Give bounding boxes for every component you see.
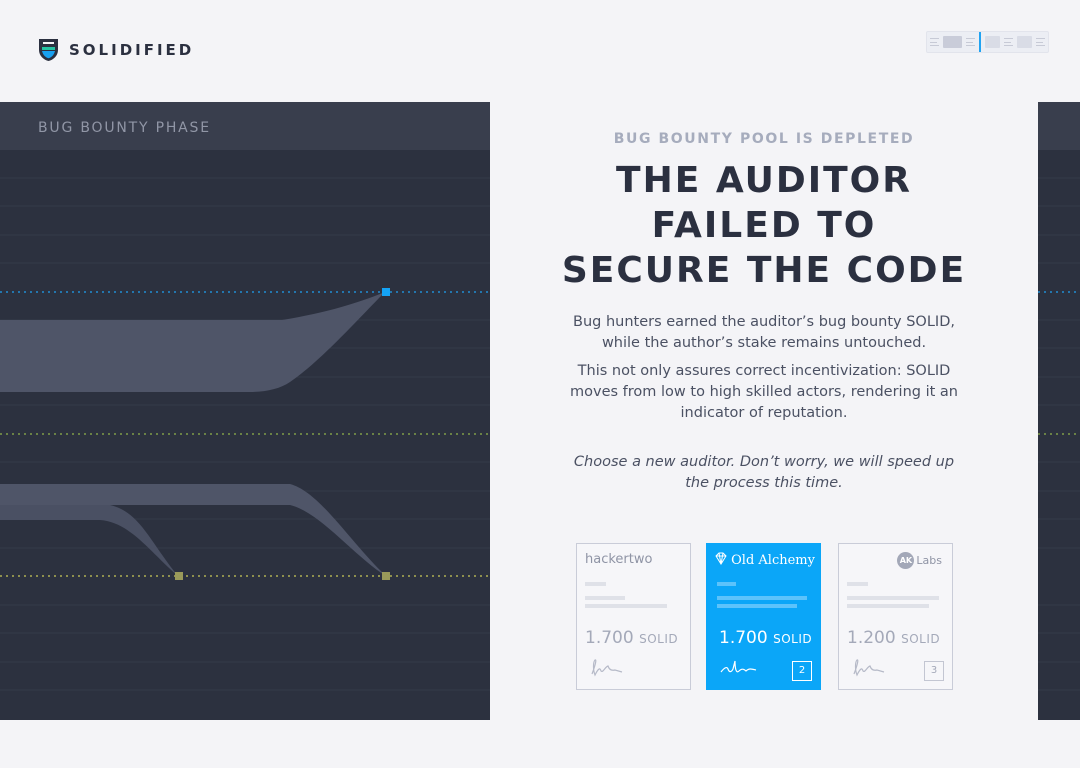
- auditor-rank: 3: [924, 661, 944, 681]
- signature-icon: [591, 659, 623, 677]
- step-segment[interactable]: [1016, 36, 1033, 48]
- status-kicker: BUG BOUNTY POOL IS DEPLETED: [613, 131, 915, 147]
- auditor-brand: Old Alchemy: [715, 552, 815, 568]
- lines-icon: [1036, 38, 1045, 46]
- auditor-card-old-alchemy[interactable]: Old Alchemy 1.700 SOLID 2: [706, 543, 821, 690]
- signature-icon: [720, 660, 757, 673]
- explanation-paragraph: This not only assures correct incentiviz…: [570, 363, 958, 421]
- step-segment[interactable]: [985, 36, 1000, 48]
- flow-graphic: [0, 177, 490, 691]
- page-title: THE AUDITOR FAILED TO SECURE THE CODE: [561, 160, 967, 291]
- hunter-node: [382, 572, 390, 580]
- lines-icon: [1003, 38, 1013, 46]
- bounty-flow-shape: [0, 484, 386, 576]
- auditor-brand: AK Labs: [897, 552, 942, 569]
- panel-header: [1038, 102, 1080, 150]
- hunter-node: [175, 572, 183, 580]
- lines-icon: [966, 38, 976, 46]
- auditor-card-hackertwo[interactable]: hackertwo 1.700 SOLID: [576, 543, 691, 690]
- auditor-name: Old Alchemy: [731, 553, 815, 568]
- diamond-icon: [715, 552, 727, 565]
- instruction-note: Choose a new auditor. Don’t worry, we wi…: [573, 454, 955, 491]
- auditor-amount: 1.700 SOLID: [585, 628, 679, 648]
- step-navigator[interactable]: [926, 31, 1049, 53]
- auditor-name: hackertwo: [585, 552, 653, 567]
- auditor-node: [382, 288, 390, 296]
- auditor-card-ak-labs[interactable]: AK Labs 1.200 SOLID 3: [838, 543, 953, 690]
- next-panel-graphic: [1038, 177, 1080, 691]
- step-cursor[interactable]: [979, 32, 982, 52]
- bug-bounty-panel: BUG BOUNTY PHASE: [0, 102, 490, 720]
- step-segment[interactable]: [942, 36, 963, 48]
- brand-name: SOLIDIFIED: [69, 41, 195, 59]
- lines-icon: [930, 38, 939, 46]
- auditor-amount: 1.200 SOLID: [847, 628, 941, 648]
- bounty-flow-shape: [0, 505, 178, 576]
- next-panel[interactable]: [1038, 102, 1080, 720]
- explanation-paragraph: Bug hunters earned the auditor’s bug bou…: [573, 314, 955, 351]
- brand-logo[interactable]: SOLIDIFIED: [38, 38, 194, 62]
- auditor-name: Labs: [916, 554, 942, 567]
- auditor-logo-badge: AK: [897, 552, 915, 569]
- auditor-rank: 2: [792, 661, 812, 681]
- signature-icon: [853, 659, 885, 677]
- shield-logo-icon: [39, 39, 58, 61]
- phase-title: BUG BOUNTY PHASE: [38, 120, 211, 136]
- auditor-amount: 1.700 SOLID: [719, 628, 813, 648]
